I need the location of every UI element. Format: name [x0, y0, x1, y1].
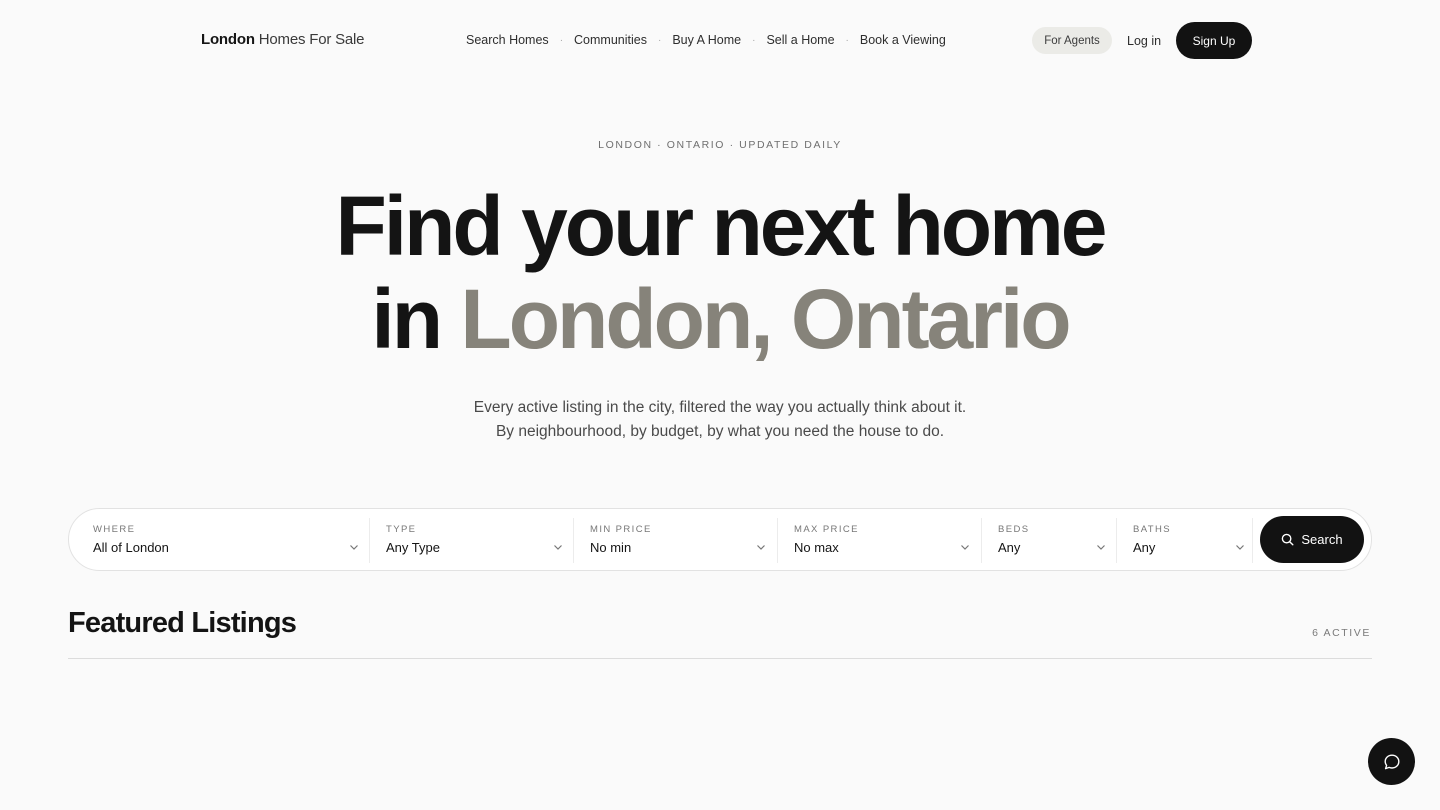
featured-listings-title: Featured Listings	[68, 607, 297, 639]
chevron-down-icon	[757, 545, 765, 550]
where-value: All of London	[93, 540, 169, 555]
chat-bubble-icon	[1384, 754, 1399, 769]
baths-label: BATHS	[1133, 524, 1171, 535]
chevron-down-icon	[1097, 545, 1105, 550]
search-button[interactable]: Search	[1260, 516, 1364, 563]
chevron-down-icon	[350, 545, 358, 550]
min-price-value: No min	[590, 540, 632, 555]
nav-separator: ·	[845, 34, 849, 46]
field-divider	[1252, 518, 1253, 563]
main-nav: Search Homes · Communities · Buy A Home …	[466, 33, 946, 47]
nav-separator: ·	[752, 34, 756, 46]
field-divider	[573, 518, 574, 563]
field-divider	[777, 518, 778, 563]
min-price-label: MIN PRICE	[590, 524, 652, 535]
headline-line-1: Find your next home	[335, 179, 1107, 273]
field-divider	[369, 518, 370, 563]
chevron-down-icon	[1236, 545, 1244, 550]
signup-button[interactable]: Sign Up	[1176, 22, 1252, 59]
baths-value: Any	[1133, 540, 1156, 555]
brand-logo[interactable]: London Homes For Sale	[201, 31, 365, 48]
beds-value: Any	[998, 540, 1021, 555]
min-price-select[interactable]: MIN PRICE No min	[590, 518, 767, 562]
field-divider	[981, 518, 982, 563]
field-divider	[1116, 518, 1117, 563]
brand-name-light: Homes For Sale	[258, 31, 365, 48]
baths-select[interactable]: BATHS Any	[1133, 518, 1244, 562]
login-link[interactable]: Log in	[1127, 34, 1161, 48]
chevron-down-icon	[961, 545, 969, 550]
beds-select[interactable]: BEDS Any	[998, 518, 1108, 562]
max-price-label: MAX PRICE	[794, 524, 859, 535]
search-button-label: Search	[1301, 532, 1343, 547]
where-label: WHERE	[93, 524, 136, 535]
nav-separator: ·	[559, 34, 564, 46]
nav-sell-a-home[interactable]: Sell a Home	[766, 33, 834, 47]
active-count: 6 ACTIVE	[1312, 627, 1371, 639]
hero-eyebrow: LONDON · ONTARIO · UPDATED DAILY	[598, 139, 842, 151]
max-price-value: No max	[794, 540, 839, 555]
search-bar: WHERE All of London TYPE Any Type MIN PR…	[68, 508, 1372, 571]
brand-name-bold: London	[201, 31, 255, 48]
beds-label: BEDS	[998, 524, 1030, 535]
nav-separator: ·	[657, 34, 662, 46]
nav-search-homes[interactable]: Search Homes	[466, 33, 549, 47]
max-price-select[interactable]: MAX PRICE No max	[794, 518, 971, 562]
headline-line-2-prefix: in	[371, 272, 461, 366]
nav-buy-a-home[interactable]: Buy A Home	[672, 33, 741, 47]
where-select[interactable]: WHERE All of London	[93, 518, 359, 562]
type-value: Any Type	[386, 540, 440, 555]
headline-line-2-accent: London, Ontario	[460, 272, 1071, 366]
for-agents-button[interactable]: For Agents	[1032, 27, 1112, 54]
hero-subtext: Every active listing in the city, filter…	[473, 399, 967, 440]
section-divider	[68, 658, 1372, 659]
site-header: London Homes For Sale Search Homes · Com…	[0, 0, 1440, 82]
type-label: TYPE	[386, 524, 417, 535]
nav-communities[interactable]: Communities	[574, 33, 647, 47]
hero-headline: Find your next home in London, Ontario	[0, 180, 1440, 366]
search-icon	[1282, 533, 1294, 546]
chat-button[interactable]	[1368, 738, 1415, 785]
type-select[interactable]: TYPE Any Type	[386, 518, 563, 562]
chevron-down-icon	[554, 545, 562, 550]
nav-book-a-viewing[interactable]: Book a Viewing	[860, 33, 946, 47]
